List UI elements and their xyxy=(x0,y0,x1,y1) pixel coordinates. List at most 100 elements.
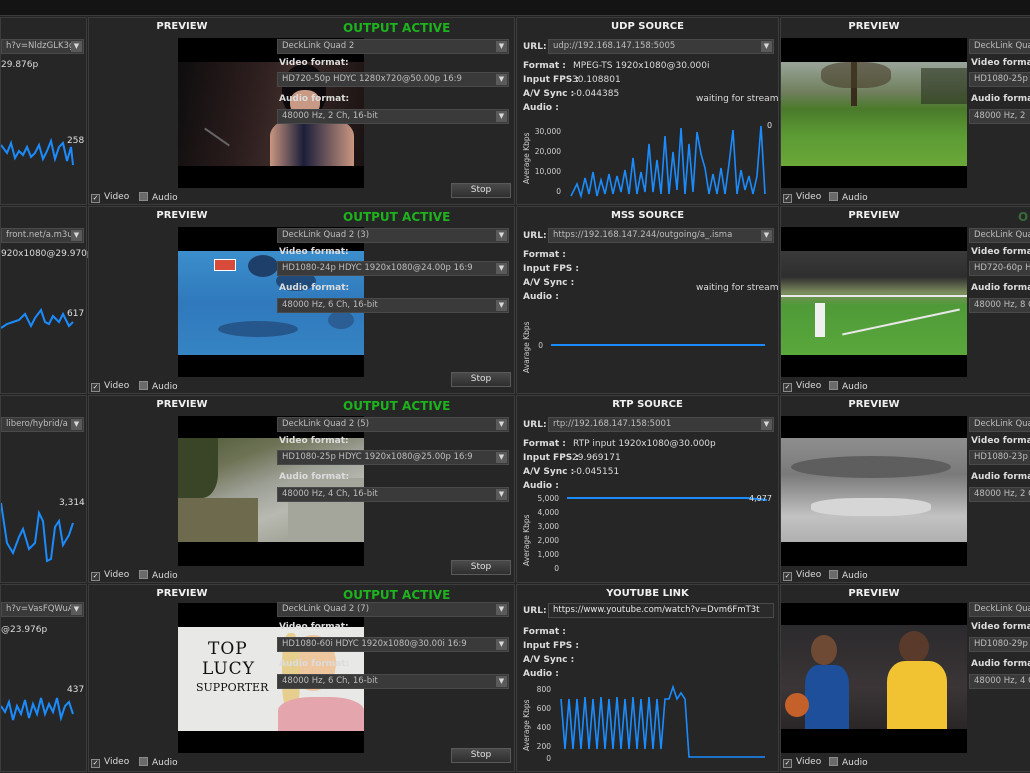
checkbox-icon[interactable] xyxy=(139,381,148,390)
source-url-field[interactable]: udp://192.168.147.158:5005 ▼ xyxy=(548,39,774,54)
checkmark-icon[interactable]: ✓ xyxy=(91,383,100,392)
chevron-down-icon[interactable]: ▼ xyxy=(71,230,82,241)
chevron-down-icon[interactable]: ▼ xyxy=(496,604,507,615)
device-select[interactable]: DeckLink Quad 2 (7) ▼ xyxy=(277,602,509,617)
checkmark-icon[interactable]: ✓ xyxy=(91,194,100,203)
chevron-down-icon[interactable]: ▼ xyxy=(496,300,507,311)
audio-checkbox[interactable]: Audio xyxy=(139,757,178,768)
checkbox-icon[interactable] xyxy=(139,570,148,579)
checkmark-icon[interactable]: ✓ xyxy=(783,383,792,392)
device-select[interactable]: DeckLink Quad xyxy=(969,228,1030,243)
source-url-field[interactable]: https://192.168.147.244/outgoing/a_.isma… xyxy=(548,228,774,243)
video-format-select[interactable]: HD1080-60i HDYC 1920x1080@30.00i 16:9 ▼ xyxy=(277,637,509,652)
audio-format-select[interactable]: 48000 Hz, 8 C xyxy=(969,298,1030,313)
video-checkbox[interactable]: ✓ Video xyxy=(91,570,129,581)
audio-checkbox[interactable]: Audio xyxy=(139,570,178,581)
url-field[interactable]: libero/hybrid/a ▼ xyxy=(1,417,84,432)
stop-button[interactable]: Stop xyxy=(451,183,511,198)
video-checkbox[interactable]: ✓ Video xyxy=(91,192,129,203)
checkmark-icon[interactable]: ✓ xyxy=(91,759,100,768)
format-label: Format : xyxy=(523,627,566,637)
chevron-down-icon[interactable]: ▼ xyxy=(71,41,82,52)
checkmark-icon[interactable]: ✓ xyxy=(783,759,792,768)
url-field[interactable]: front.net/a.m3u8 ▼ xyxy=(1,228,84,243)
preview-header: PREVIEW xyxy=(848,588,900,599)
stop-button[interactable]: Stop xyxy=(451,560,511,575)
video-format-select[interactable]: HD1080-25p xyxy=(969,72,1030,87)
chevron-down-icon[interactable]: ▼ xyxy=(761,419,772,430)
audio-checkbox[interactable]: Audio xyxy=(829,757,868,768)
checkbox-icon[interactable] xyxy=(829,570,838,579)
video-format-select[interactable]: HD1080-25p HDYC 1920x1080@25.00p 16:9 ▼ xyxy=(277,450,509,465)
audio-format-label: Audio format: xyxy=(971,659,1030,669)
audio-format-select[interactable]: 48000 Hz, 6 Ch, 16-bit ▼ xyxy=(277,674,509,689)
audio-checkbox[interactable]: Audio xyxy=(139,192,178,203)
checkmark-icon[interactable]: ✓ xyxy=(783,194,792,203)
audio-format-label: Audio format: xyxy=(971,472,1030,482)
audio-format-select[interactable]: 48000 Hz, 2 C xyxy=(969,487,1030,502)
chevron-down-icon[interactable]: ▼ xyxy=(496,230,507,241)
checkbox-icon[interactable] xyxy=(139,192,148,201)
audio-label: Audio : xyxy=(523,292,559,302)
video-checkbox[interactable]: ✓ Video xyxy=(783,192,821,203)
stop-button[interactable]: Stop xyxy=(451,748,511,763)
chevron-down-icon[interactable]: ▼ xyxy=(496,263,507,274)
device-select[interactable]: DeckLink Quad xyxy=(969,39,1030,54)
chevron-down-icon[interactable]: ▼ xyxy=(496,419,507,430)
checkmark-icon[interactable]: ✓ xyxy=(91,572,100,581)
video-checkbox[interactable]: ✓ Video xyxy=(783,757,821,768)
y-axis-label: Average Kbps xyxy=(522,132,531,184)
device-select[interactable]: DeckLink Quad xyxy=(969,417,1030,432)
chevron-down-icon[interactable]: ▼ xyxy=(761,230,772,241)
chevron-down-icon[interactable]: ▼ xyxy=(496,74,507,85)
audio-format-select[interactable]: 48000 Hz, 4 C xyxy=(969,674,1030,689)
video-checkbox[interactable]: ✓ Video xyxy=(783,570,821,581)
source-url-field[interactable]: rtp://192.168.147.158:5001 ▼ xyxy=(548,417,774,432)
chevron-down-icon[interactable]: ▼ xyxy=(496,111,507,122)
chevron-down-icon[interactable]: ▼ xyxy=(496,489,507,500)
url-field[interactable]: h?v=NldzGLK3gt ▼ xyxy=(1,39,84,54)
audio-format-select[interactable]: 48000 Hz, 2 xyxy=(969,109,1030,124)
chevron-down-icon[interactable]: ▼ xyxy=(496,452,507,463)
output-status: OUTPUT ACTIVE xyxy=(343,588,451,602)
device-select[interactable]: DeckLink Quad 2 (5) ▼ xyxy=(277,417,509,432)
url-field[interactable]: h?v=VasFQWuA ▼ xyxy=(1,602,84,617)
chevron-down-icon[interactable]: ▼ xyxy=(496,676,507,687)
audio-checkbox[interactable]: Audio xyxy=(829,570,868,581)
source-url-field[interactable]: https://www.youtube.com/watch?v=Dvm6FmT3… xyxy=(548,603,774,618)
audio-checkbox[interactable]: Audio xyxy=(139,381,178,392)
device-select[interactable]: DeckLink Quad xyxy=(969,602,1030,617)
audio-format-select[interactable]: 48000 Hz, 2 Ch, 16-bit ▼ xyxy=(277,109,509,124)
video-format-select[interactable]: HD720-60p H xyxy=(969,261,1030,276)
chevron-down-icon[interactable]: ▼ xyxy=(71,604,82,615)
video-format-select[interactable]: HD1080-24p HDYC 1920x1080@24.00p 16:9 ▼ xyxy=(277,261,509,276)
checkbox-icon[interactable] xyxy=(829,192,838,201)
bitrate-graph: 258 xyxy=(1,136,84,166)
device-select[interactable]: DeckLink Quad 2 (3) ▼ xyxy=(277,228,509,243)
audio-format-select[interactable]: 48000 Hz, 6 Ch, 16-bit ▼ xyxy=(277,298,509,313)
left-stream-panel: front.net/a.m3u8 ▼ 920x1080@29.970p 617 xyxy=(0,206,93,394)
chevron-down-icon[interactable]: ▼ xyxy=(71,419,82,430)
audio-checkbox[interactable]: Audio xyxy=(829,381,868,392)
audio-format-select[interactable]: 48000 Hz, 4 Ch, 16-bit ▼ xyxy=(277,487,509,502)
graph-value: 437 xyxy=(67,685,84,695)
video-checkbox-label: Video xyxy=(796,757,822,767)
stop-button[interactable]: Stop xyxy=(451,372,511,387)
preview-header: PREVIEW xyxy=(156,21,208,32)
checkbox-icon[interactable] xyxy=(829,381,838,390)
chevron-down-icon[interactable]: ▼ xyxy=(496,41,507,52)
video-format-select[interactable]: HD720-50p HDYC 1280x720@50.00p 16:9 ▼ xyxy=(277,72,509,87)
device-select[interactable]: DeckLink Quad 2 ▼ xyxy=(277,39,509,54)
video-checkbox[interactable]: ✓ Video xyxy=(783,381,821,392)
checkbox-icon[interactable] xyxy=(139,757,148,766)
checkbox-icon[interactable] xyxy=(829,757,838,766)
video-checkbox[interactable]: ✓ Video xyxy=(91,381,129,392)
tick-label: 0 xyxy=(556,187,561,196)
video-format-select[interactable]: HD1080-23p xyxy=(969,450,1030,465)
chevron-down-icon[interactable]: ▼ xyxy=(761,41,772,52)
chevron-down-icon[interactable]: ▼ xyxy=(496,639,507,650)
audio-checkbox[interactable]: Audio xyxy=(829,192,868,203)
video-format-select[interactable]: HD1080-29p xyxy=(969,637,1030,652)
video-checkbox[interactable]: ✓ Video xyxy=(91,757,129,768)
checkmark-icon[interactable]: ✓ xyxy=(783,572,792,581)
